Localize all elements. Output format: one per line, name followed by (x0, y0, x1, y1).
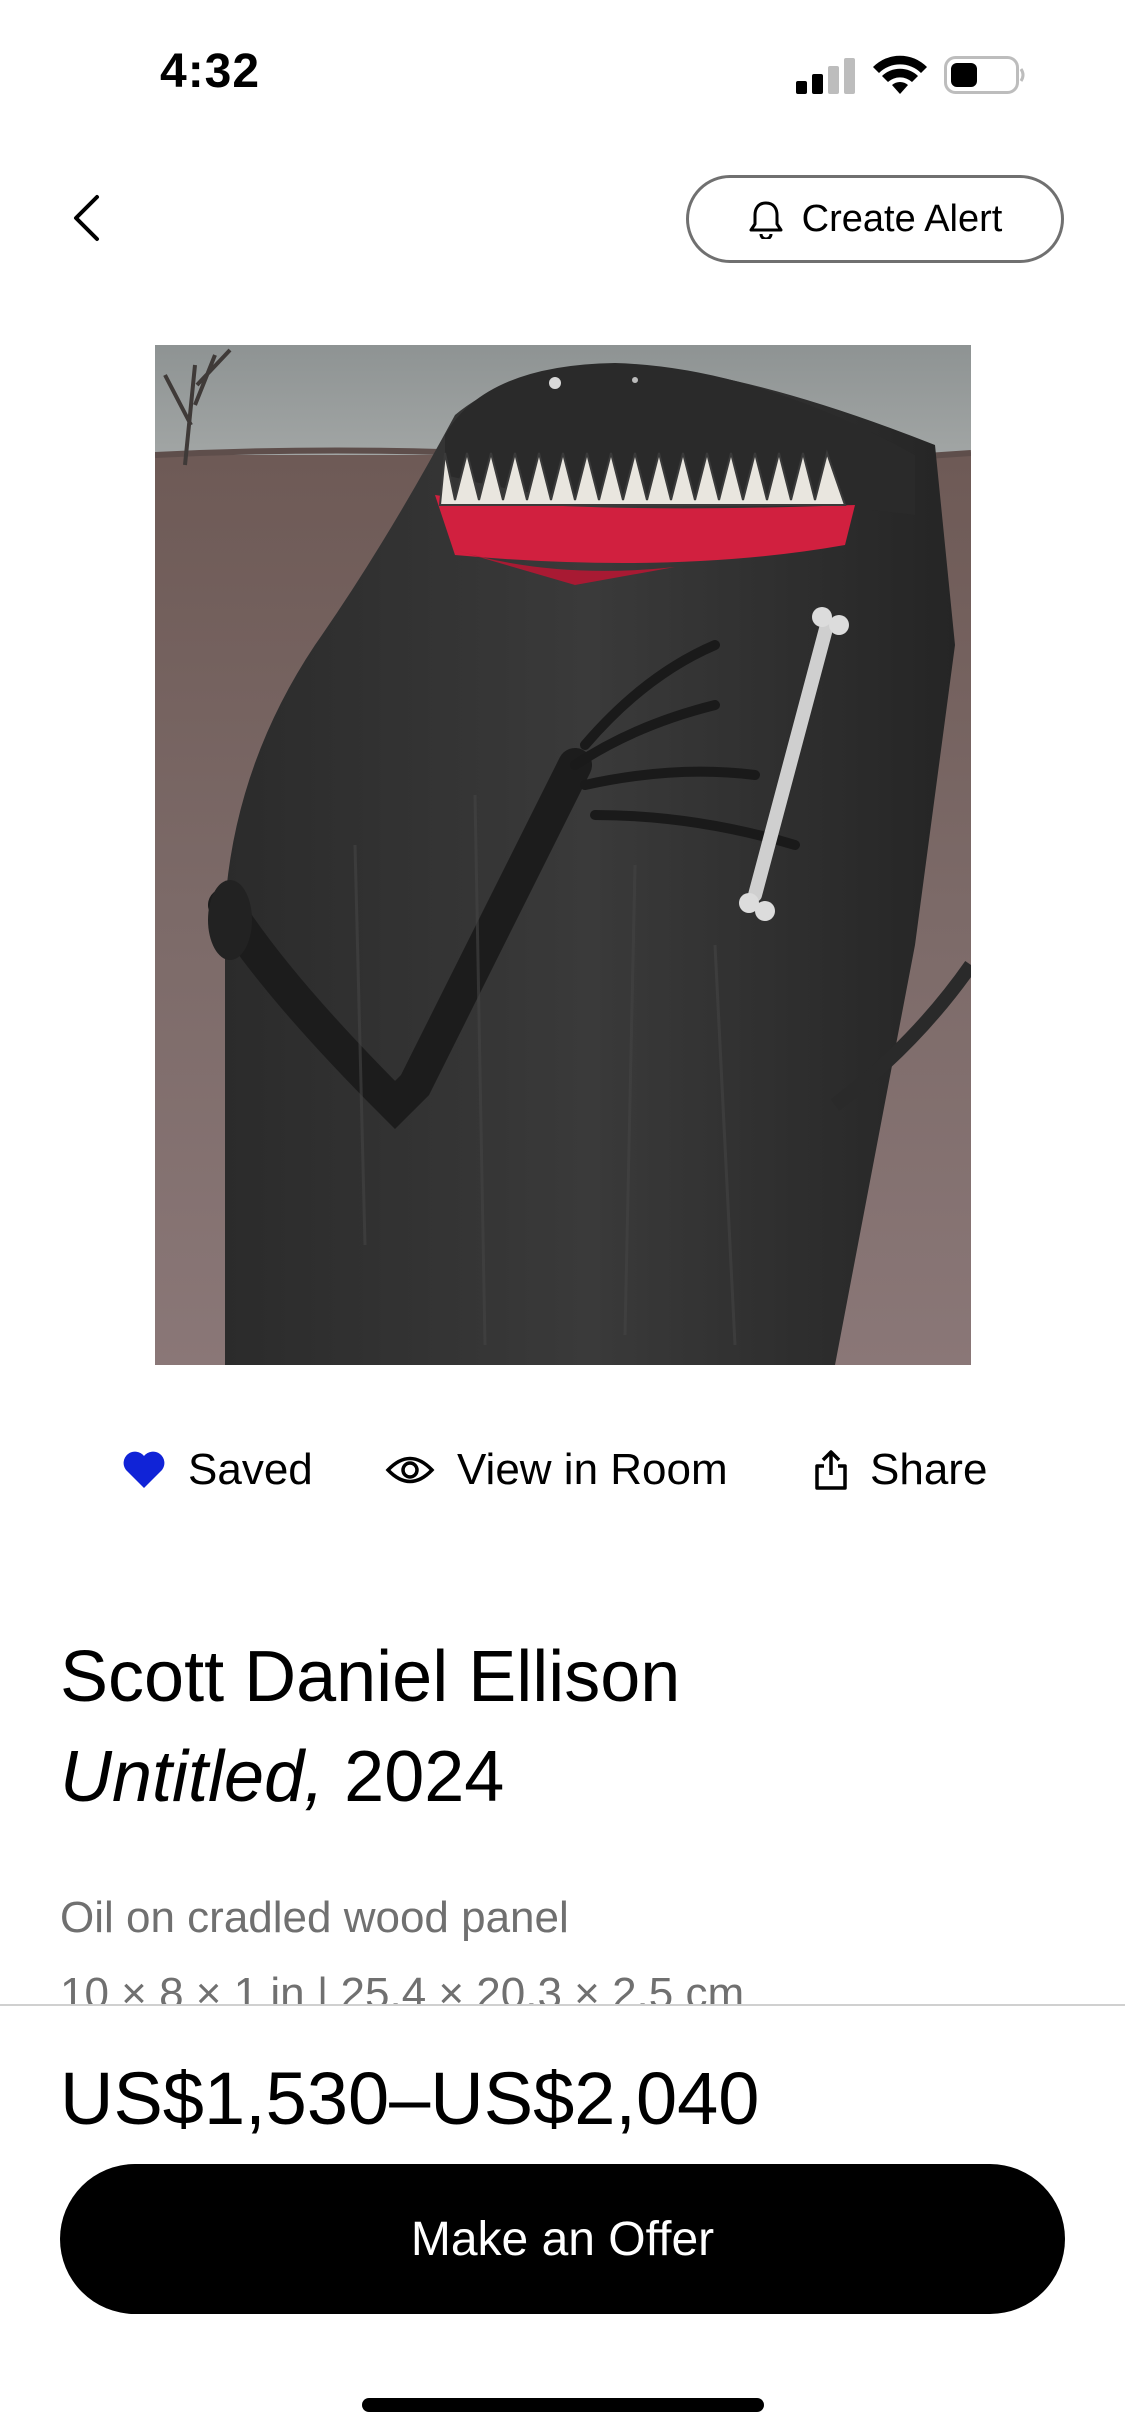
artist-name[interactable]: Scott Daniel Ellison (60, 1632, 680, 1722)
bell-icon (749, 201, 783, 239)
saved-label: Saved (188, 1445, 313, 1494)
chevron-left-icon (74, 195, 99, 241)
home-indicator (362, 2398, 764, 2412)
view-in-room-button[interactable]: View in Room (385, 1430, 728, 1510)
painting-illustration (155, 345, 971, 1365)
make-offer-label: Make an Offer (410, 2212, 715, 2266)
status-time: 4:32 (160, 45, 261, 98)
share-icon (815, 1450, 847, 1490)
battery-icon (944, 56, 1025, 94)
create-alert-button[interactable]: Create Alert (686, 175, 1064, 263)
artwork-title-line: Untitled, 2024 (60, 1732, 504, 1822)
eye-icon (385, 1456, 435, 1484)
purchase-panel: US$1,530–US$2,040 Make an Offer (0, 2004, 1125, 2436)
signal-icon (796, 58, 856, 94)
make-offer-button[interactable]: Make an Offer (60, 2164, 1065, 2314)
share-label: Share (870, 1445, 988, 1494)
saved-button[interactable]: Saved (122, 1430, 313, 1510)
view-in-room-label: View in Room (457, 1445, 728, 1494)
heart-icon (123, 1451, 165, 1488)
artwork-title: Untitled, (60, 1737, 325, 1817)
artwork-year: 2024 (344, 1737, 505, 1817)
back-button[interactable] (56, 188, 116, 248)
wifi-icon (873, 55, 927, 94)
status-bar: 4:32 (0, 0, 1125, 150)
price-range: US$1,530–US$2,040 (60, 2057, 760, 2140)
create-alert-label: Create Alert (801, 197, 1003, 240)
artwork-actions: Saved View in Room Share (0, 1430, 1125, 1510)
artwork-image[interactable] (155, 345, 971, 1365)
artwork-medium: Oil on cradled wood panel (60, 1893, 569, 1942)
share-button[interactable]: Share (814, 1430, 987, 1510)
